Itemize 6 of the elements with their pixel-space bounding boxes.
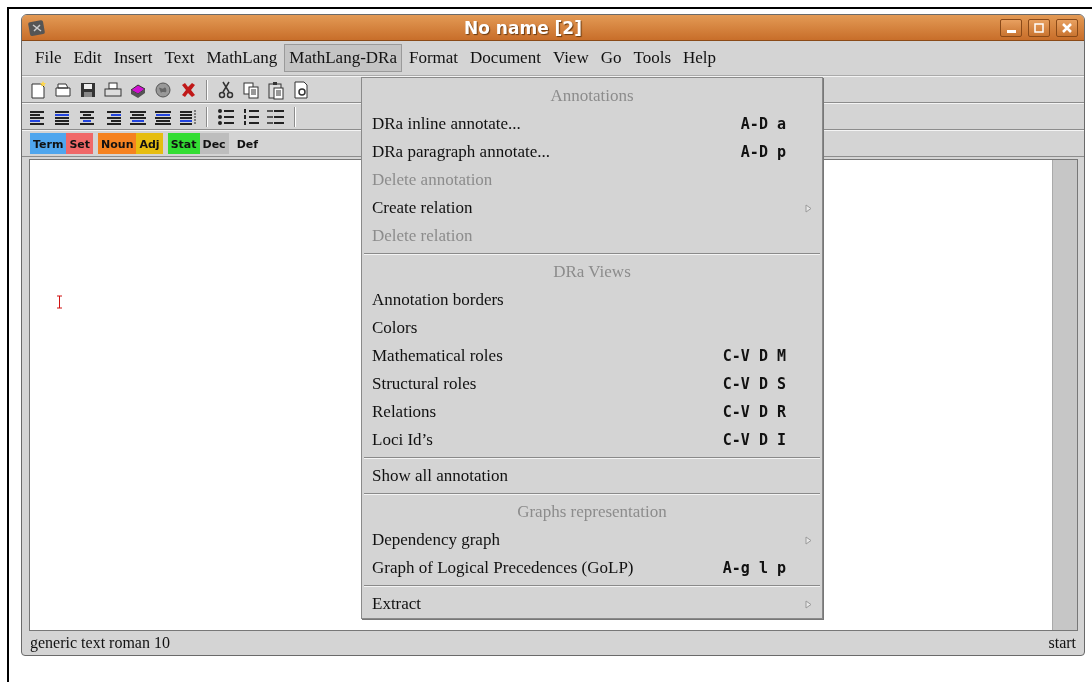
status-text: start <box>1048 634 1076 652</box>
menu-section-header: Graphs representation <box>517 502 667 522</box>
status-text: generic text roman 10 <box>30 634 170 652</box>
window-title: No name [2] <box>463 17 583 38</box>
menu-section-header: Annotations <box>550 86 634 106</box>
menu-section-header: DRa Views <box>553 262 631 282</box>
